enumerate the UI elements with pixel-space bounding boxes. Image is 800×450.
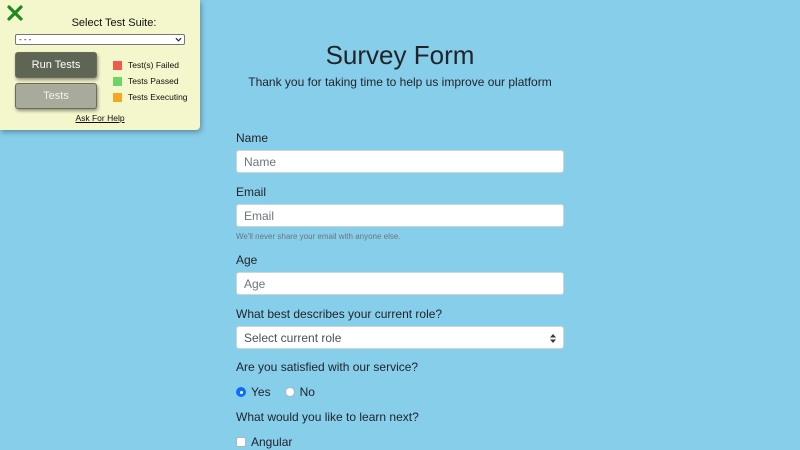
role-select-value: Select current role [244, 330, 342, 345]
role-select[interactable]: Select current role [236, 326, 564, 349]
name-input[interactable] [236, 150, 564, 173]
legend-item-executing: Tests Executing [113, 89, 188, 105]
run-tests-button[interactable]: Run Tests [15, 52, 97, 78]
satisfied-label: Are you satisfied with our service? [236, 360, 419, 374]
age-input[interactable] [236, 272, 564, 295]
legend-label: Tests Executing [128, 92, 188, 102]
ask-for-help-link[interactable]: Ask For Help [0, 113, 200, 123]
sort-arrows-icon [550, 334, 556, 343]
failed-swatch [113, 60, 122, 70]
radio-option-no[interactable]: No [284, 385, 315, 399]
satisfied-radio-group: Yes No [236, 385, 329, 399]
email-input[interactable] [236, 204, 564, 227]
test-legend: Test(s) Failed Tests Passed Tests Execut… [113, 57, 188, 105]
role-label: What best describes your current role? [236, 307, 443, 321]
checkbox-angular-label: Angular [251, 435, 293, 449]
legend-item-failed: Test(s) Failed [113, 57, 188, 73]
radio-yes-label: Yes [251, 385, 271, 399]
test-panel: Select Test Suite: - - - Run Tests Tests… [0, 0, 200, 130]
tests-button[interactable]: Tests [15, 83, 97, 109]
legend-label: Test(s) Failed [128, 60, 180, 70]
learn-label: What would you like to learn next? [236, 410, 419, 424]
email-label: Email [236, 185, 267, 199]
chevron-down-icon [175, 37, 182, 42]
close-icon[interactable] [7, 5, 23, 21]
select-test-suite-label: Select Test Suite: [71, 17, 157, 29]
test-suite-select[interactable]: - - - [15, 34, 185, 45]
legend-label: Tests Passed [128, 76, 179, 86]
radio-option-yes[interactable]: Yes [236, 385, 271, 399]
executing-swatch [113, 92, 122, 102]
name-label: Name [236, 131, 269, 145]
legend-item-passed: Tests Passed [113, 73, 188, 89]
test-suite-select-value: - - - [19, 35, 32, 44]
checkbox-option-angular[interactable]: Angular [236, 435, 292, 449]
age-label: Age [236, 253, 258, 267]
radio-no[interactable] [284, 387, 295, 397]
checkbox-angular[interactable] [236, 437, 246, 447]
radio-no-label: No [299, 385, 315, 399]
email-help-text: We'll never share your email with anyone… [236, 232, 401, 241]
radio-yes[interactable] [236, 387, 246, 397]
passed-swatch [113, 76, 122, 86]
